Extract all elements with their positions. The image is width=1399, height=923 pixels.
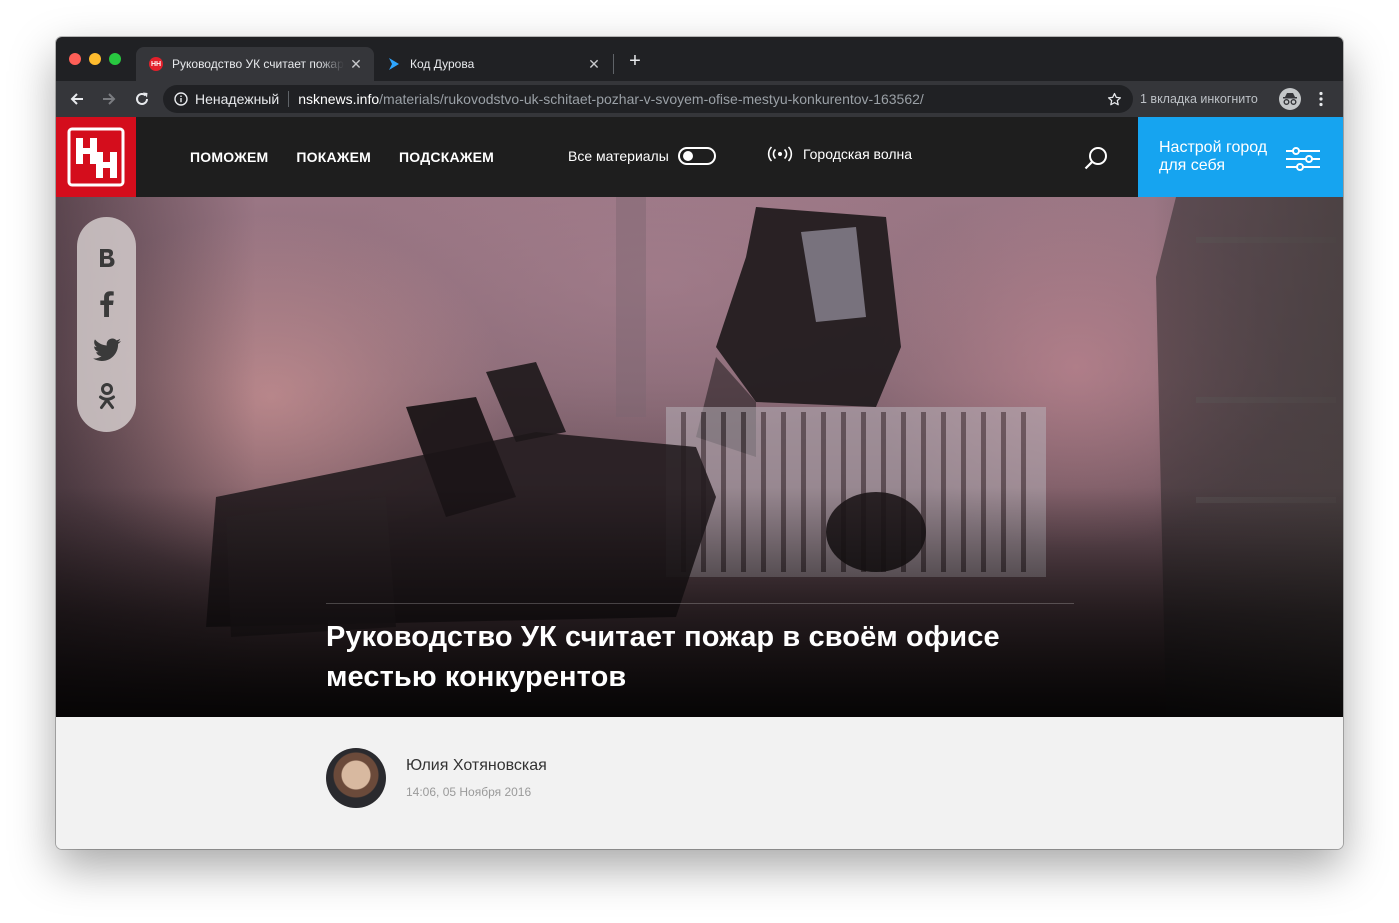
back-arrow-icon[interactable] [66, 88, 88, 110]
tab-strip: НН Руководство УК считает пожар в своём … [56, 37, 1343, 81]
toggle-knob [682, 151, 693, 161]
twitter-icon[interactable] [77, 335, 136, 365]
vk-icon[interactable] [77, 243, 136, 273]
browser-window: НН Руководство УК считает пожар в своём … [56, 37, 1343, 849]
address-bar[interactable]: Ненадежный nsknews.info /materials/rukov… [163, 85, 1133, 113]
incognito-label[interactable]: 1 вкладка инкогнито [1140, 92, 1258, 106]
site-header: ПОМОЖЕМ ПОКАЖЕМ ПОДСКАЖЕМ Все материалы … [56, 117, 1343, 197]
more-menu-icon[interactable] [1313, 89, 1329, 109]
reload-icon[interactable] [131, 88, 153, 110]
city-radio-link[interactable]: Городская волна [767, 146, 912, 162]
info-icon[interactable] [173, 91, 189, 107]
nav-item-show[interactable]: ПОКАЖЕМ [296, 149, 371, 165]
close-window-button[interactable] [69, 53, 81, 65]
incognito-icon[interactable] [1279, 88, 1301, 110]
publish-date: 14:06, 05 Ноября 2016 [406, 785, 532, 799]
broadcast-icon [767, 146, 793, 162]
tab-active[interactable]: НН Руководство УК считает пожар в своём … [136, 47, 374, 81]
article-title: Руководство УК считает пожар в своём офи… [326, 621, 1000, 693]
tab-separator [613, 54, 614, 74]
bookmark-star-icon[interactable] [1105, 90, 1123, 108]
customize-city-label: Настрой город для себя [1159, 139, 1268, 174]
address-divider [288, 91, 290, 107]
tab-title: Код Дурова [410, 57, 475, 71]
sliders-icon [1286, 147, 1320, 171]
odnoklassniki-icon[interactable] [77, 381, 136, 411]
site-logo[interactable] [56, 117, 136, 197]
search-icon[interactable] [1082, 144, 1110, 172]
article-hero: Руководство УК считает пожар в своём офи… [56, 197, 1343, 717]
url-path: /materials/rukovodstvo-uk-schitaet-pozha… [379, 91, 924, 107]
share-panel [77, 217, 136, 432]
new-tab-button[interactable]: + [625, 50, 645, 73]
nav-item-help[interactable]: ПОМОЖЕМ [190, 149, 268, 165]
minimize-window-button[interactable] [89, 53, 101, 65]
tab-close-icon[interactable]: ✕ [586, 56, 602, 73]
url-host: nsknews.info [298, 91, 380, 107]
nav-item-advise[interactable]: ПОДСКАЖЕМ [399, 149, 494, 165]
title-rule [326, 603, 1074, 604]
durov-code-favicon-icon [386, 56, 402, 72]
tab-close-icon[interactable]: ✕ [348, 56, 364, 73]
all-materials-toggle[interactable] [677, 147, 716, 165]
nn-favicon-icon: НН [148, 56, 164, 72]
city-radio-label: Городская волна [803, 146, 912, 162]
nn-logo-icon [67, 127, 125, 187]
maximize-window-button[interactable] [109, 53, 121, 65]
main-nav: ПОМОЖЕМ ПОКАЖЕМ ПОДСКАЖЕМ [190, 149, 522, 165]
browser-toolbar: Ненадежный nsknews.info /materials/rukov… [56, 81, 1343, 117]
all-materials-switch[interactable]: Все материалы [568, 147, 716, 165]
customize-city-button[interactable]: Настрой город для себя [1138, 117, 1343, 197]
security-label[interactable]: Ненадежный [195, 91, 279, 107]
article-meta: Юлия Хотяновская 14:06, 05 Ноября 2016 [56, 717, 1343, 849]
tab-title: Руководство УК считает пожар в своём офи… [172, 57, 344, 71]
author-name[interactable]: Юлия Хотяновская [406, 757, 547, 775]
tab-inactive[interactable]: Код Дурова ✕ [374, 47, 612, 81]
facebook-icon[interactable] [77, 289, 136, 319]
all-materials-label: Все материалы [568, 148, 669, 164]
forward-arrow-icon[interactable] [98, 88, 120, 110]
author-avatar[interactable] [326, 748, 386, 808]
